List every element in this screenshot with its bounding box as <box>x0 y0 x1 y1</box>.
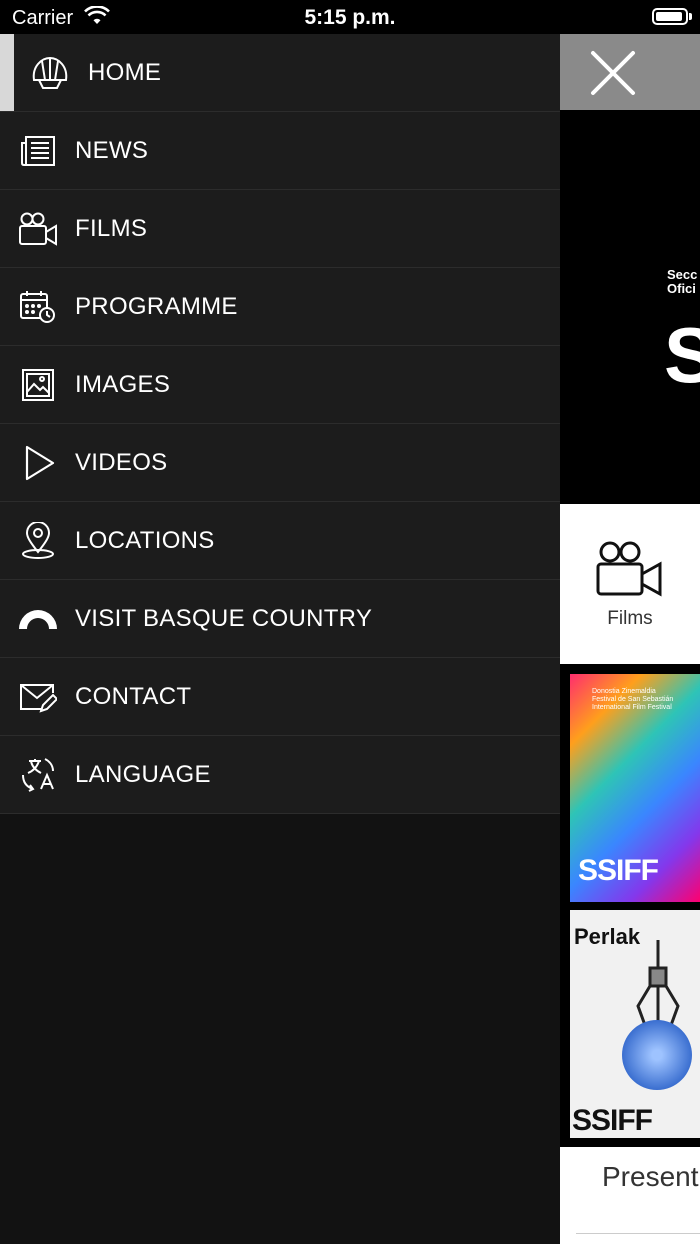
menu-item-label: VIDEOS <box>75 448 168 476</box>
flower-illustration <box>622 1020 692 1090</box>
banner-text: Secc Ofici <box>667 268 697 296</box>
background-content: Secc Ofici S Films Donostia Zinemaldia F… <box>560 110 700 1244</box>
poster-1-title: SSIFF <box>578 854 659 887</box>
menu-item-contact[interactable]: CONTACT <box>0 658 560 736</box>
newspaper-icon <box>18 131 58 171</box>
menu-item-label: LOCATIONS <box>75 526 215 554</box>
banner-line-1: Secc <box>667 267 698 282</box>
menu-item-language[interactable]: LANGUAGE <box>0 736 560 814</box>
menu-item-label: CONTACT <box>75 682 192 710</box>
close-icon <box>591 51 635 95</box>
menu-item-locations[interactable]: LOCATIONS <box>0 502 560 580</box>
calendar-clock-icon <box>18 287 58 327</box>
banner-logo: S <box>664 311 700 399</box>
poster-1-header-line-1: Donostia Zinemaldia <box>592 688 656 695</box>
active-indicator <box>0 34 14 111</box>
map-pin-icon <box>18 521 58 561</box>
menu-item-home[interactable]: HOME <box>0 34 560 112</box>
translate-icon <box>18 755 58 795</box>
divider <box>576 1233 700 1234</box>
menu-item-images[interactable]: IMAGES <box>0 346 560 424</box>
menu-item-label: IMAGES <box>75 370 171 398</box>
menu-item-label: VISIT BASQUE COUNTRY <box>75 604 373 632</box>
image-icon <box>18 365 58 405</box>
shell-icon <box>30 53 70 93</box>
present-heading: Present <box>602 1161 699 1192</box>
films-quick-link-label: Films <box>607 608 653 629</box>
poster-1-header-line-3: International Film Festival <box>592 704 672 711</box>
poster-2-name: Perlak <box>574 924 641 949</box>
poster-1[interactable]: Donostia Zinemaldia Festival de San Seba… <box>570 674 700 902</box>
menu-item-news[interactable]: NEWS <box>0 112 560 190</box>
present-card[interactable]: Present <box>560 1147 700 1244</box>
menu-item-label: PROGRAMME <box>75 292 238 320</box>
play-icon <box>18 443 58 483</box>
poster-1-header: Donostia Zinemaldia Festival de San Seba… <box>592 688 673 712</box>
menu-item-programme[interactable]: PROGRAMME <box>0 268 560 346</box>
navigation-drawer: HOME NEWS FILMS PROGRAMME IMAGES VIDEOS … <box>0 34 560 1244</box>
poster-2-title: SSIFF <box>572 1104 653 1137</box>
battery-nub <box>689 13 692 20</box>
banner-line-2: Ofici <box>667 281 696 296</box>
battery-icon <box>652 8 688 25</box>
status-bar: Carrier 5:15 p.m. <box>0 0 700 34</box>
menu-item-label: HOME <box>88 58 162 86</box>
menu-item-label: LANGUAGE <box>75 760 211 788</box>
video-camera-icon <box>18 209 58 249</box>
menu-item-videos[interactable]: VIDEOS <box>0 424 560 502</box>
clock: 5:15 p.m. <box>304 6 396 29</box>
menu-item-visit-basque-country[interactable]: VISIT BASQUE COUNTRY <box>0 580 560 658</box>
menu-item-label: NEWS <box>75 136 149 164</box>
films-quick-link[interactable]: Films <box>560 504 700 664</box>
mail-edit-icon <box>18 677 58 717</box>
arch-icon <box>18 599 58 639</box>
video-camera-icon <box>596 540 664 603</box>
menu-item-label: FILMS <box>75 214 148 242</box>
close-menu-button[interactable] <box>560 34 700 110</box>
menu-item-films[interactable]: FILMS <box>0 190 560 268</box>
poster-1-header-line-2: Festival de San Sebastián <box>592 696 674 703</box>
poster-2[interactable]: Perlak SSIFF <box>570 910 700 1138</box>
